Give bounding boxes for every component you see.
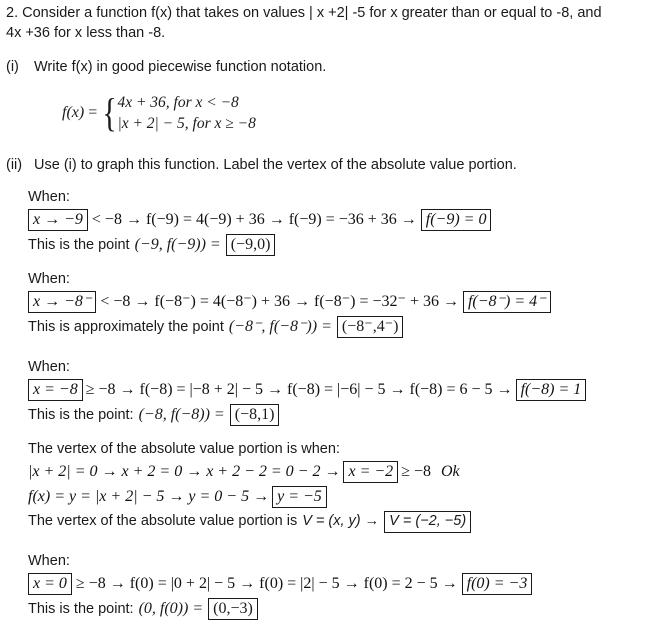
- conclusion-math: (0, f(0)) =: [138, 600, 204, 617]
- vertex-heading: The vertex of the absolute value portion…: [28, 441, 340, 457]
- work-block-x-equals-zero: When: x = 0 ≥ −8 → f(0) = |0 + 2| − 5 → f…: [28, 552, 533, 620]
- ok-annotation: Ok: [441, 463, 460, 480]
- document-page: 2. Consider a function f(x) that takes o…: [0, 0, 671, 624]
- work-line: x = 0 ≥ −8 → f(0) = |0 + 2| − 5 → f(0) = …: [28, 573, 533, 595]
- work-line: x = −8 ≥ −8 → f(−8) = |−8 + 2| − 5 → f(−8…: [28, 379, 587, 401]
- conclusion-math: (−9, f(−9)) =: [134, 236, 221, 253]
- question-heading: 2. Consider a function f(x) that takes o…: [6, 3, 666, 43]
- conclusion-math: (−8, f(−8)) =: [138, 406, 225, 423]
- conclusion-line: This is the point: (0, f(0)) = (0,−3): [28, 598, 532, 620]
- vertex-line4-math: V = (x, y) →: [302, 513, 380, 529]
- boxed-condition: x → −9: [28, 209, 88, 231]
- piecewise-equals: =: [88, 104, 98, 121]
- piecewise-case-1: 4x + 36, for x < −8: [117, 94, 239, 111]
- boxed-point: (−9,0): [225, 234, 276, 256]
- boxed-point: (−8,1): [229, 404, 280, 426]
- work-expression: < −8 → f(−8⁻) = 4(−8⁻) + 36 → f(−8⁻) = −…: [100, 293, 459, 310]
- boxed-result: f(−8⁻) = 4⁻: [462, 291, 551, 313]
- work-line: x → −8⁻ < −8 → f(−8⁻) = 4(−8⁻) + 36 → f(−…: [28, 291, 551, 313]
- boxed-condition: x = 0: [28, 573, 72, 595]
- piecewise-fx-label: f(x): [62, 104, 85, 121]
- conclusion-line: This is the point: (−8, f(−8)) = (−8,1): [28, 404, 586, 426]
- vertex-line4-prefix: The vertex of the absolute value portion…: [28, 513, 298, 529]
- vertex-derivation-block: The vertex of the absolute value portion…: [28, 440, 472, 533]
- vertex-line2-tail: ≥ −8: [401, 463, 431, 480]
- conclusion-math: (−8⁻, f(−8⁻)) =: [228, 318, 332, 335]
- vertex-line-2: |x + 2| = 0 → x + 2 = 0 → x + 2 − 2 = 0 …: [28, 461, 471, 483]
- conclusion-prefix: This is approximately the point: [28, 319, 224, 335]
- work-block-x-approaches-neg8-minus: When: x → −8⁻ < −8 → f(−8⁻) = 4(−8⁻) + 36…: [28, 270, 551, 338]
- when-label: When:: [28, 359, 70, 375]
- when-label: When:: [28, 271, 70, 287]
- piecewise-case-2: |x + 2| − 5, for x ≥ −8: [117, 115, 256, 132]
- boxed-vertex: V = (−2, −5): [384, 511, 472, 533]
- part-ii-marker: (ii): [6, 157, 23, 173]
- boxed-condition: x = −8: [28, 379, 83, 401]
- conclusion-line: This is approximately the point (−8⁻, f(−…: [28, 316, 551, 338]
- boxed-y-value: y = −5: [272, 486, 327, 508]
- left-brace-icon: {: [102, 90, 118, 135]
- conclusion-prefix: This is the point: [28, 237, 130, 253]
- boxed-point: (−8⁻,4⁻): [336, 316, 404, 338]
- boxed-result: f(−9) = 0: [420, 209, 492, 231]
- work-expression: < −8 → f(−9) = 4(−9) + 36 → f(−9) = −36 …: [91, 211, 417, 228]
- part-i-text: Write f(x) in good piecewise function no…: [34, 59, 327, 75]
- part-i-marker: (i): [6, 59, 19, 75]
- vertex-line3-work: f(x) = y = |x + 2| − 5 → y = 0 − 5 →: [28, 488, 270, 505]
- when-label: When:: [28, 553, 70, 569]
- boxed-point: (0,−3): [208, 598, 258, 620]
- boxed-x-value: x = −2: [343, 461, 399, 483]
- work-block-x-approaches-neg9: When: x → −9 < −8 → f(−9) = 4(−9) + 36 → …: [28, 188, 492, 256]
- conclusion-line: This is the point (−9, f(−9)) = (−9,0): [28, 234, 491, 256]
- question-line-1: 2. Consider a function f(x) that takes o…: [6, 5, 602, 21]
- part-i-prompt: (i) Write f(x) in good piecewise function…: [6, 57, 646, 77]
- boxed-result: f(0) = −3: [461, 573, 533, 595]
- part-ii-text: Use (i) to graph this function. Label th…: [34, 157, 517, 173]
- question-line-2: 4x +36 for x less than -8.: [6, 25, 166, 41]
- vertex-line-3: f(x) = y = |x + 2| − 5 → y = 0 − 5 → y = …: [28, 486, 471, 508]
- vertex-line-4: The vertex of the absolute value portion…: [28, 511, 472, 533]
- boxed-result: f(−8) = 1: [515, 379, 587, 401]
- piecewise-cases: 4x + 36, for x < −8 |x + 2| − 5, for x ≥…: [117, 92, 255, 134]
- work-line: x → −9 < −8 → f(−9) = 4(−9) + 36 → f(−9) …: [28, 209, 492, 231]
- work-expression: ≥ −8 → f(0) = |0 + 2| − 5 → f(0) = |2| −…: [75, 575, 458, 592]
- conclusion-prefix: This is the point:: [28, 407, 134, 423]
- part-ii-prompt: (ii) Use (i) to graph this function. Labe…: [6, 155, 646, 175]
- vertex-line2-work: |x + 2| = 0 → x + 2 = 0 → x + 2 − 2 = 0 …: [28, 463, 341, 480]
- boxed-condition: x → −8⁻: [28, 291, 97, 313]
- conclusion-prefix: This is the point:: [28, 601, 134, 617]
- when-label: When:: [28, 189, 70, 205]
- work-block-x-equals-neg8: When: x = −8 ≥ −8 → f(−8) = |−8 + 2| − 5 …: [28, 358, 587, 426]
- work-expression: ≥ −8 → f(−8) = |−8 + 2| − 5 → f(−8) = |−…: [85, 381, 513, 398]
- piecewise-function-definition: f(x) = { 4x + 36, for x < −8 |x + 2| − 5…: [62, 92, 256, 134]
